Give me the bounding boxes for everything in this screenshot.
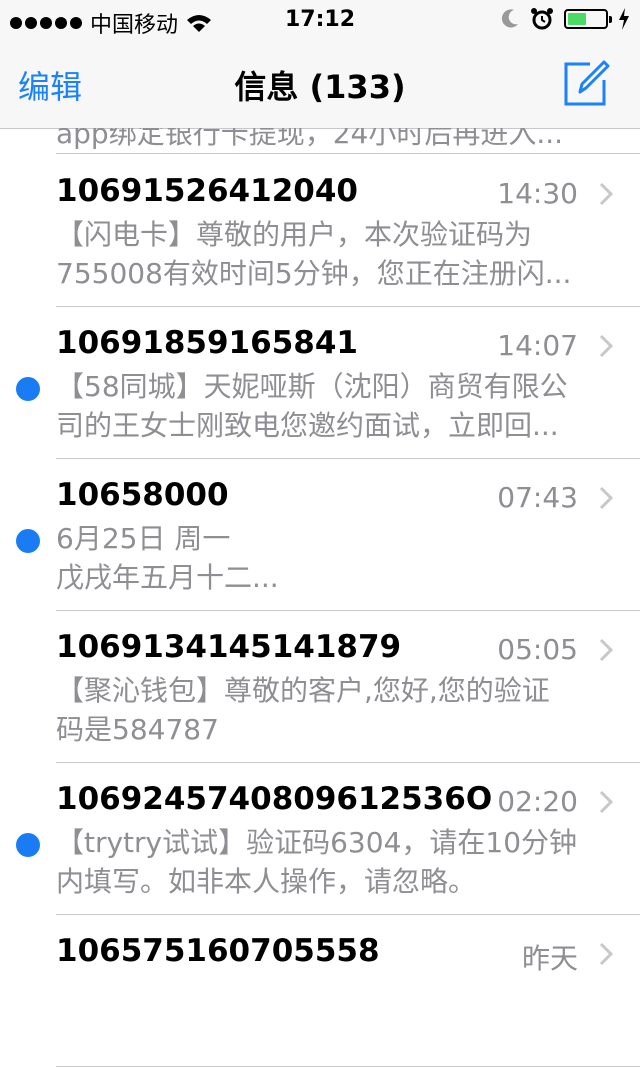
chevron-right-icon: [599, 334, 614, 358]
message-preview-line: 【聚沁钱包】尊敬的客户,您好,您的验证: [56, 674, 550, 707]
message-sender: 10658000: [56, 477, 229, 513]
message-row[interactable]: 10658000 07:43 6月25日 周一戊戌年五月十二...: [0, 459, 640, 611]
message-sender: 10691526412040: [56, 173, 358, 209]
divider: [56, 153, 640, 154]
message-sender: 1069134145141879: [56, 629, 402, 665]
message-preview-line: 戊戌年五月十二...: [56, 561, 279, 594]
compose-icon[interactable]: [560, 58, 610, 108]
message-preview-line: 755008有效时间5分钟，您正在注册闪...: [56, 257, 572, 290]
message-preview: 6月25日 周一戊戌年五月十二...: [56, 519, 606, 597]
message-sender: 10691859165841: [56, 325, 358, 361]
message-row[interactable]: 10691526412040 14:30 【闪电卡】尊敬的用户，本次验证码为 7550…: [0, 155, 640, 307]
status-right: [500, 7, 630, 31]
message-row[interactable]: 1069245740809612536O 02:20 【trytry试试】验证码63…: [0, 763, 640, 915]
unread-indicator-icon: [16, 833, 40, 857]
clipped-message-row[interactable]: app绑定银行卡提现，24小时后再进入...: [0, 128, 640, 154]
battery-icon: [564, 9, 612, 29]
message-preview-line: 6月25日 周一: [56, 522, 231, 555]
message-preview-line: 码是584787: [56, 713, 219, 746]
chevron-right-icon: [599, 942, 614, 966]
message-time: 05:05: [497, 633, 578, 666]
message-time: 14:30: [497, 177, 578, 210]
message-row[interactable]: 106575160705558 昨天: [0, 915, 640, 1067]
chevron-right-icon: [599, 486, 614, 510]
message-row[interactable]: 10691859165841 14:07 【58同城】天妮哑斯（沈阳）商贸有限公 司的…: [0, 307, 640, 459]
charging-bolt-icon: [619, 8, 629, 30]
message-sender: 1069245740809612536O: [56, 781, 493, 817]
status-bar: 中国移动 17:12: [0, 0, 640, 40]
message-time: 07:43: [497, 481, 578, 514]
message-preview: 【58同城】天妮哑斯（沈阳）商贸有限公 司的王女士刚致电您邀约面试，立即回...: [56, 367, 606, 445]
message-list: 10691526412040 14:30 【闪电卡】尊敬的用户，本次验证码为 7550…: [0, 155, 640, 1067]
message-time: 昨天: [521, 942, 578, 975]
message-preview-line: 【闪电卡】尊敬的用户，本次验证码为: [56, 218, 533, 251]
message-preview: 【trytry试试】验证码6304，请在10分钟 内填写。如非本人操作，请忽略。: [56, 823, 606, 901]
message-preview-line: 【trytry试试】验证码6304，请在10分钟: [56, 826, 578, 859]
unread-indicator-icon: [16, 529, 40, 553]
message-preview: 【聚沁钱包】尊敬的客户,您好,您的验证 码是584787: [56, 671, 606, 749]
page-title: 信息 (133): [234, 68, 406, 106]
chevron-right-icon: [599, 790, 614, 814]
unread-indicator-icon: [16, 377, 40, 401]
nav-bar: 编辑 信息 (133): [0, 40, 640, 129]
message-preview-line: 司的王女士刚致电您邀约面试，立即回...: [56, 409, 559, 442]
message-preview: 【闪电卡】尊敬的用户，本次验证码为 755008有效时间5分钟，您正在注册闪...: [56, 215, 606, 293]
chevron-right-icon: [599, 638, 614, 662]
chevron-right-icon: [599, 182, 614, 206]
message-preview-line: 内填写。如非本人操作，请忽略。: [56, 865, 477, 898]
message-preview-line: 【58同城】天妮哑斯（沈阳）商贸有限公: [56, 370, 568, 403]
message-time: 02:20: [497, 785, 578, 818]
message-time: 14:07: [497, 329, 578, 362]
clipped-message-preview: app绑定银行卡提现，24小时后再进入...: [56, 128, 564, 150]
message-row[interactable]: 1069134145141879 05:05 【聚沁钱包】尊敬的客户,您好,您的验证…: [0, 611, 640, 763]
moon-icon: [501, 9, 518, 28]
alarm-clock-icon: [531, 8, 553, 30]
message-sender: 106575160705558: [56, 933, 380, 969]
